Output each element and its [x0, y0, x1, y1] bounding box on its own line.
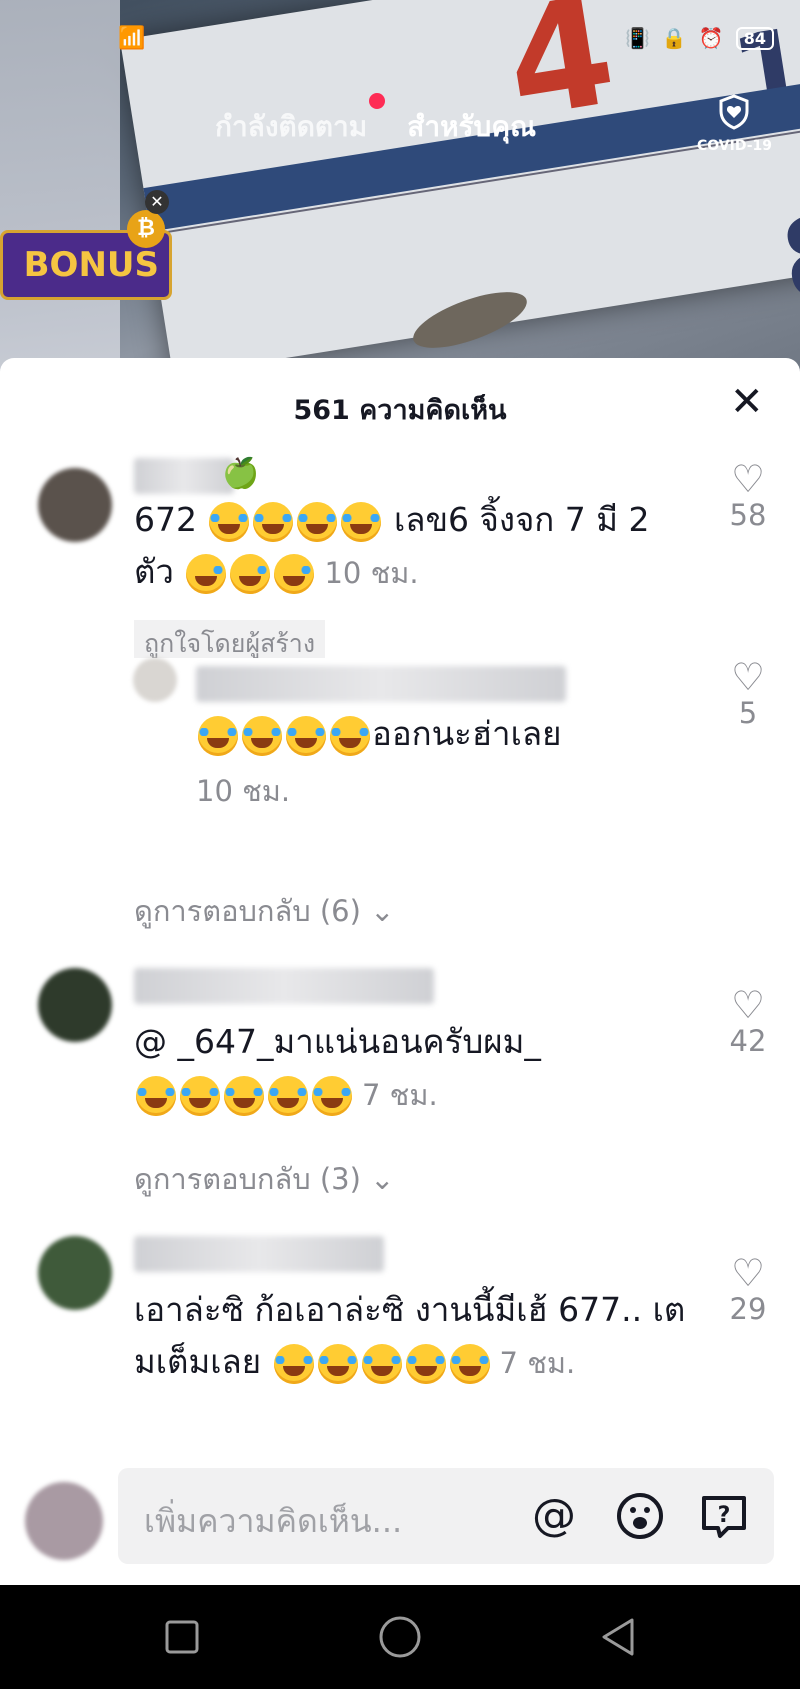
comment-input-bar: เพิ่มความคิดเห็น... @ ? [0, 1450, 800, 1580]
tab-following[interactable]: กำลังติดตาม [215, 93, 386, 149]
avatar[interactable] [133, 658, 177, 702]
laughing-emoji-icon [286, 715, 326, 756]
username-blurred[interactable] [134, 1236, 384, 1272]
laughing-emoji-icon [198, 715, 238, 756]
comment-text-part: 672 [134, 500, 208, 539]
status-icons: 📳 🔒 ⏰ 84 [625, 26, 774, 50]
svg-text:?: ? [718, 1503, 731, 1528]
top-nav: กำลังติดตาม สำหรับคุณ [215, 93, 536, 149]
green-apple-icon: 🍏 [222, 456, 260, 491]
covid-label: COVID-19 [696, 138, 772, 154]
comment-text-part: _647_มาแน่นอนครับผม_ [177, 1022, 541, 1061]
laughing-emoji-icon [330, 715, 370, 756]
emoji-icon[interactable] [614, 1490, 666, 1542]
comment-time: 10 ชม. [324, 556, 419, 590]
lock-icon: 🔒 [661, 26, 687, 50]
close-icon[interactable]: ✕ [730, 382, 764, 422]
my-avatar[interactable] [25, 1482, 103, 1560]
question-sticker-icon[interactable]: ? [698, 1490, 750, 1542]
status-bar: 📶 📳 🔒 ⏰ 84 [0, 20, 800, 60]
laughing-emoji-icon [405, 1343, 446, 1384]
reply-text: ออกนะฮ่าเลย [196, 708, 656, 760]
comment-text: 672 เลข6 จิ้งจก 7 มี 2 ตัว 10 ชม. [134, 494, 694, 599]
comment-time: 7 ชม. [362, 1078, 438, 1112]
laughing-emoji-icon [361, 1343, 402, 1384]
laughing-emoji-icon [312, 1075, 352, 1116]
notification-dot [369, 93, 386, 109]
alarm-icon: ⏰ [698, 26, 724, 50]
liked-by-creator-badge: ถูกใจโดยผู้สร้าง [134, 620, 326, 658]
heart-icon: ♡ [730, 457, 766, 501]
laughing-emoji-icon [268, 1075, 308, 1116]
comment-text: @ _647_มาแน่นอนครับผม_ 7 ชม. [134, 1016, 694, 1121]
view-replies-button[interactable]: ดูการตอบกลับ (6) ⌄ [134, 888, 394, 934]
comments-title: 561 ความคิดเห็น [293, 395, 507, 426]
wifi-icon: 📶 [118, 26, 146, 51]
comment-input-placeholder: เพิ่มความคิดเห็น... [144, 1502, 403, 1540]
comment-text: เอาล่ะซิ ก้อเอาล่ะซิ งานนี้มีเฮ้ 677.. เ… [134, 1284, 704, 1389]
comment-input[interactable]: เพิ่มความคิดเห็น... @ ? [118, 1468, 774, 1564]
avatar[interactable] [38, 1236, 112, 1310]
mention-icon[interactable]: @ [528, 1490, 580, 1542]
battery-indicator: 84 [735, 26, 774, 50]
home-icon[interactable] [378, 1615, 422, 1659]
heart-icon: ♡ [730, 655, 766, 699]
heart-icon: ♡ [730, 1251, 766, 1295]
laughing-emoji-icon [180, 1075, 220, 1116]
comment-text-part: @ [134, 1022, 178, 1061]
comment-time: 10 ชม. [196, 774, 291, 808]
laughing-emoji-icon [136, 1075, 176, 1116]
reply-text-part: ออกนะฮ่าเลย [372, 714, 562, 753]
laughing-emoji-icon [224, 1075, 264, 1116]
shield-heart-icon [719, 94, 749, 130]
heart-icon: ♡ [730, 983, 766, 1027]
view-replies-label: ดูการตอบกลับ (6) [134, 894, 361, 928]
tab-following-label: กำลังติดตาม [215, 110, 368, 143]
chevron-down-icon: ⌄ [370, 894, 395, 928]
tab-for-you[interactable]: สำหรับคุณ [407, 105, 536, 149]
laughing-emoji-icon [297, 501, 338, 542]
back-icon[interactable] [596, 1615, 640, 1659]
username-blurred[interactable] [134, 458, 234, 494]
laughing-emoji-icon [242, 715, 282, 756]
avatar[interactable] [38, 968, 112, 1042]
username-blurred[interactable] [134, 968, 434, 1004]
laughing-emoji-icon [449, 1343, 490, 1384]
like-count: 5 [738, 696, 758, 730]
calendar-digit: 8 [773, 187, 800, 327]
like-count: 42 [729, 1024, 767, 1058]
avatar[interactable] [38, 468, 112, 542]
bitcoin-icon: ₿ [127, 210, 165, 248]
username-blurred[interactable] [196, 666, 566, 702]
comment-time: 7 ชม. [499, 1346, 576, 1380]
like-button[interactable]: ♡ 58 [710, 460, 786, 532]
like-count: 29 [729, 1292, 767, 1326]
system-nav-bar [0, 1585, 800, 1689]
laughing-emoji-icon [273, 1343, 314, 1384]
laughing-emoji-icon [253, 501, 294, 542]
laughing-emoji-icon [209, 501, 250, 542]
like-button[interactable]: ♡ 42 [710, 986, 786, 1058]
chevron-down-icon: ⌄ [370, 1162, 395, 1196]
sweat-smile-emoji-icon [274, 553, 315, 594]
close-ad-icon[interactable]: ✕ [145, 190, 169, 214]
laughing-emoji-icon [341, 501, 382, 542]
view-replies-label: ดูการตอบกลับ (3) [134, 1162, 361, 1196]
view-replies-button[interactable]: ดูการตอบกลับ (3) ⌄ [134, 1156, 394, 1202]
sweat-smile-emoji-icon [186, 553, 227, 594]
like-button[interactable]: ♡ 5 [710, 658, 786, 730]
recent-apps-icon[interactable] [160, 1615, 204, 1659]
like-count: 58 [729, 498, 767, 532]
vibrate-icon: 📳 [625, 26, 650, 50]
ad-badge[interactable]: BONUS ₿ ✕ [0, 190, 175, 350]
like-button[interactable]: ♡ 29 [710, 1254, 786, 1326]
laughing-emoji-icon [317, 1343, 358, 1384]
covid-button[interactable]: COVID-19 [697, 94, 772, 154]
sweat-smile-emoji-icon [230, 553, 271, 594]
comments-sheet: 561 ความคิดเห็น ✕ 🍏 672 เลข6 จิ้งจก 7 มี… [0, 358, 800, 1588]
